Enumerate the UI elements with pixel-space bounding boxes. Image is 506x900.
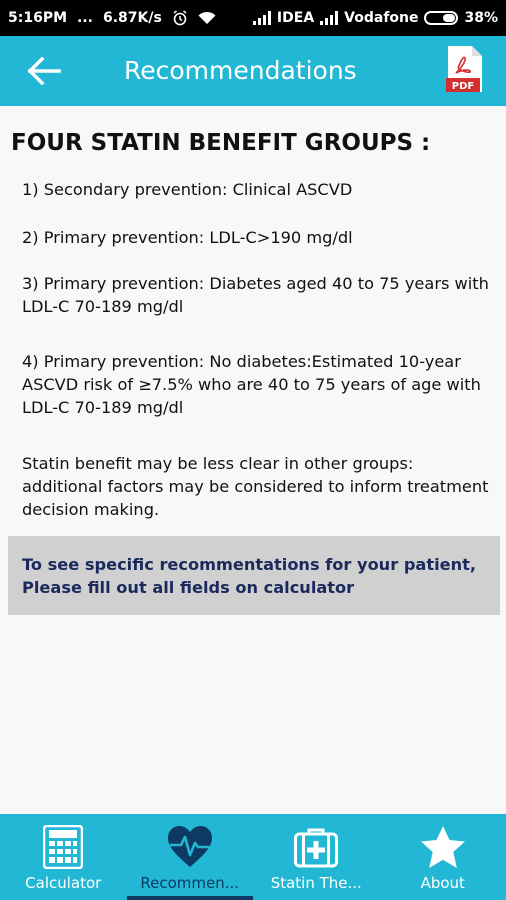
medical-kit-icon: [294, 824, 339, 870]
active-tab-indicator: [126, 896, 253, 900]
back-arrow-icon: [27, 57, 61, 85]
signal-icon: [252, 11, 271, 25]
calculator-notice: To see specific recommentations for your…: [8, 536, 500, 615]
network-speed: 6.87K/s: [102, 10, 162, 26]
nav-label: Calculator: [25, 874, 102, 892]
pdf-button[interactable]: PDF: [444, 46, 484, 94]
benefit-group-item: 2) Primary prevention: LDL-C>190 mg/dl: [22, 228, 353, 247]
benefit-group-item: 1) Secondary prevention: Clinical ASCVD: [22, 180, 353, 199]
star-icon: [420, 824, 466, 870]
pdf-label: PDF: [452, 81, 474, 92]
carrier-2: Vodafone: [344, 10, 419, 26]
bottom-nav: Calculator Recommen... Statin The... Abo…: [0, 814, 506, 900]
pdf-icon: PDF: [446, 46, 482, 92]
back-button[interactable]: [24, 51, 64, 91]
nav-statin-therapy[interactable]: Statin The...: [253, 814, 380, 900]
battery-icon: [424, 11, 459, 25]
benefit-note: Statin benefit may be less clear in othe…: [22, 454, 489, 519]
app-bar: Recommendations PDF: [0, 36, 506, 106]
nav-label: Recommen...: [140, 874, 240, 892]
heart-pulse-icon: [166, 824, 214, 870]
nav-calculator[interactable]: Calculator: [0, 814, 127, 900]
nav-recommendations[interactable]: Recommen...: [126, 814, 253, 900]
nav-label: Statin The...: [270, 874, 362, 892]
calculator-icon: [43, 824, 84, 870]
page-title: Recommendations: [124, 56, 357, 85]
alarm-icon: [172, 10, 188, 26]
carrier-1: IDEA: [276, 10, 315, 26]
signal-icon-2: [320, 11, 339, 25]
nav-label: About: [420, 874, 465, 892]
benefit-group-item: 4) Primary prevention: No diabetes:Estim…: [22, 352, 481, 417]
battery-percent: 38%: [464, 10, 498, 26]
nav-about[interactable]: About: [380, 814, 506, 900]
status-bar: 5:16PM ... 6.87K/s IDEA Vodafone 38%: [0, 0, 506, 36]
clock: 5:16PM: [8, 10, 68, 26]
section-heading: FOUR STATIN BENEFIT GROUPS :: [11, 130, 431, 156]
status-dots: ...: [77, 10, 93, 26]
benefit-group-item: 3) Primary prevention: Diabetes aged 40 …: [22, 274, 489, 316]
wifi-icon: [198, 11, 216, 25]
